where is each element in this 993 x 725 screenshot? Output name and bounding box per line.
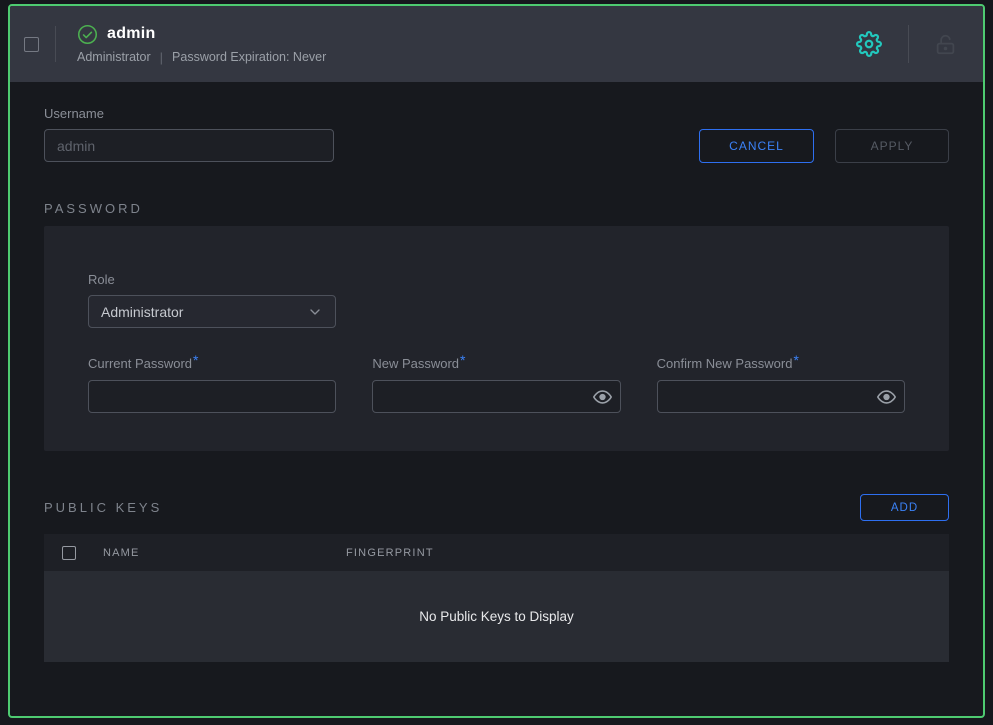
new-password-label: New Password xyxy=(372,356,459,371)
chevron-down-icon xyxy=(307,304,323,320)
add-public-key-button[interactable]: ADD xyxy=(860,494,949,521)
required-indicator: * xyxy=(193,352,198,368)
column-header-name: NAME xyxy=(103,547,346,559)
password-section-title: PASSWORD xyxy=(44,201,949,216)
user-summary: admin Administrator | Password Expiratio… xyxy=(77,24,326,65)
show-password-eye-icon[interactable] xyxy=(877,387,896,406)
empty-state-message: No Public Keys to Display xyxy=(419,609,574,624)
unlock-icon[interactable] xyxy=(935,34,956,55)
select-all-checkbox[interactable] xyxy=(62,546,76,560)
confirm-new-password-field: Confirm New Password* xyxy=(657,355,905,413)
current-password-label: Current Password xyxy=(88,356,192,371)
role-select[interactable]: Administrator xyxy=(88,295,336,328)
required-indicator: * xyxy=(793,352,798,368)
confirm-new-password-input[interactable] xyxy=(657,380,905,413)
public-keys-section-title: PUBLIC KEYS xyxy=(44,500,162,515)
header-actions xyxy=(856,25,983,63)
show-password-eye-icon[interactable] xyxy=(593,387,612,406)
form-actions: CANCEL APPLY xyxy=(699,129,949,163)
page-title: admin xyxy=(107,25,156,43)
current-password-input[interactable] xyxy=(88,380,336,413)
password-panel: Role Administrator Current Password* xyxy=(44,226,949,451)
column-header-fingerprint: FINGERPRINT xyxy=(346,547,434,559)
public-keys-table: NAME FINGERPRINT No Public Keys to Displ… xyxy=(44,534,949,662)
role-label: Role xyxy=(88,272,905,287)
user-role-text: Administrator xyxy=(77,50,151,64)
window-frame: admin Administrator | Password Expiratio… xyxy=(8,4,985,718)
subtitle-separator: | xyxy=(160,50,163,65)
current-password-field: Current Password* xyxy=(88,355,336,413)
required-indicator: * xyxy=(460,352,465,368)
settings-gear-icon[interactable] xyxy=(856,31,882,57)
header-divider xyxy=(55,26,56,62)
header-icon-divider xyxy=(908,25,909,63)
role-select-value: Administrator xyxy=(101,304,183,320)
select-user-checkbox[interactable] xyxy=(24,37,39,52)
new-password-input[interactable] xyxy=(372,380,620,413)
main-content: Username CANCEL APPLY PASSWORD Role Admi… xyxy=(10,82,983,716)
table-header-row: NAME FINGERPRINT xyxy=(44,534,949,571)
new-password-field: New Password* xyxy=(372,355,620,413)
cancel-button[interactable]: CANCEL xyxy=(699,129,814,163)
password-expiration-text: Password Expiration: Never xyxy=(172,50,326,64)
username-label: Username xyxy=(44,106,949,121)
confirm-new-password-label: Confirm New Password xyxy=(657,356,793,371)
empty-state-row: No Public Keys to Display xyxy=(44,571,949,662)
check-circle-icon xyxy=(77,24,98,45)
header: admin Administrator | Password Expiratio… xyxy=(10,6,983,82)
apply-button[interactable]: APPLY xyxy=(835,129,949,163)
username-input[interactable] xyxy=(44,129,334,162)
